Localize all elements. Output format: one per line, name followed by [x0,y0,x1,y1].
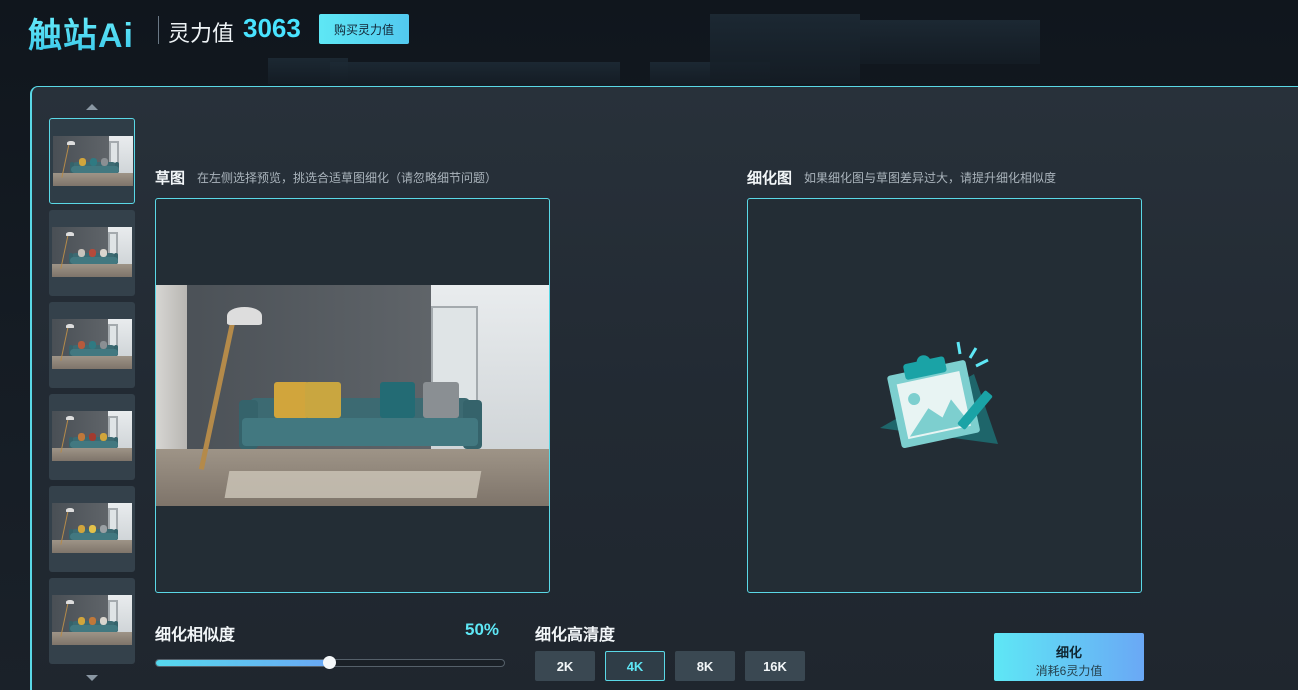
refine-button[interactable]: 细化 消耗6灵力值 [994,633,1144,681]
thumbnail-item[interactable] [49,486,135,572]
refine-button-label: 细化 [1055,645,1082,660]
refine-button-cost: 消耗6灵力值 [1035,664,1103,678]
refined-hint: 如果细化图与草图差异过大，请提升细化相似度 [804,171,1057,185]
thumbnails-down-arrow-icon[interactable] [86,675,98,681]
resolution-option-8k[interactable]: 8K [675,651,735,681]
sketch-frame [155,198,550,593]
logo[interactable]: 触站Ai [28,8,134,57]
resolution-label: 细化高清度 [535,627,616,644]
similarity-label: 细化相似度 [155,627,236,644]
sketch-image[interactable] [156,285,549,506]
refined-title: 细化图 [747,170,793,187]
thumbnail-image [52,503,132,553]
buy-power-button[interactable]: 购买灵力值 [319,14,409,44]
thumbnails-up-arrow-icon[interactable] [86,104,98,110]
thumbnail-item[interactable] [49,578,135,664]
resolution-option-16k[interactable]: 16K [745,651,805,681]
thumbnail-item[interactable] [49,302,135,388]
resolution-option-2k[interactable]: 2K [535,651,595,681]
thumbnail-item[interactable] [49,210,135,296]
thumbnail-item[interactable] [49,394,135,480]
resolution-option-4k[interactable]: 4K [605,651,665,681]
thumbnail-image [52,595,132,645]
similarity-slider[interactable] [155,656,505,669]
image-placeholder-icon [880,341,998,449]
logo-divider [158,16,159,44]
similarity-slider-handle[interactable] [323,656,336,669]
power-label: 灵力值 [168,21,235,46]
app-root: 触站Ai 灵力值 3063 购买灵力值 草图 在左侧选择预览，挑选合适草图细化（… [0,0,1298,690]
thumbnail-image [53,136,133,186]
header-decoration [330,62,620,86]
thumbnail-image [52,227,132,277]
top-header: 触站Ai 灵力值 3063 购买灵力值 [0,0,1298,60]
thumbnail-image [52,319,132,369]
sketch-title: 草图 [155,170,186,187]
sketch-hint: 在左侧选择预览，挑选合适草图细化（请忽略细节问题） [197,171,498,185]
power-value: 3063 [243,13,301,43]
similarity-slider-fill [156,660,330,666]
thumbnail-item[interactable] [49,118,135,204]
thumbnail-image [52,411,132,461]
similarity-value: 50% [465,620,500,639]
